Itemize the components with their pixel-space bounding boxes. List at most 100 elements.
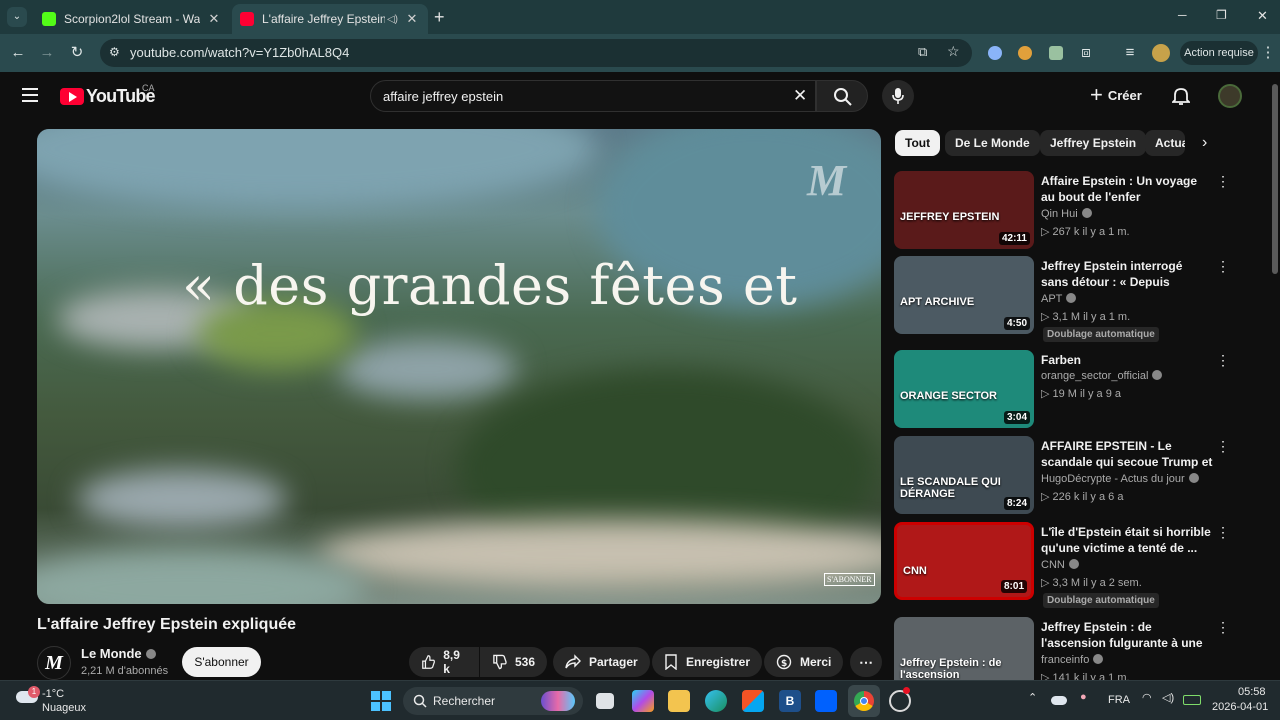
- reading-list-icon[interactable]: ≡: [1120, 43, 1140, 63]
- chips-next-arrow-icon[interactable]: ›: [1202, 134, 1207, 152]
- dislike-button[interactable]: 536: [480, 647, 547, 677]
- clock-date[interactable]: 2026-04-01: [1212, 701, 1268, 713]
- install-app-icon[interactable]: ⧉: [918, 44, 927, 60]
- extensions-puzzle-icon[interactable]: ⧈: [1076, 43, 1096, 63]
- video-player[interactable]: M « des grandes fêtes et S'ABONNER: [37, 129, 881, 604]
- more-actions-button[interactable]: ⋯: [850, 647, 882, 677]
- tab-close-icon[interactable]: ✕: [206, 11, 222, 27]
- more-options-icon[interactable]: ⋮: [1216, 258, 1230, 275]
- reload-icon[interactable]: ↻: [67, 43, 87, 63]
- b-app-icon[interactable]: B: [779, 690, 801, 712]
- scrollbar-thumb[interactable]: [1272, 84, 1278, 274]
- video-thumbnail[interactable]: ORANGE SECTOR 3:04: [894, 350, 1034, 428]
- chrome-taskbar-icon[interactable]: [848, 685, 880, 717]
- chip-from-channel[interactable]: De Le Monde: [945, 130, 1040, 156]
- clock-time[interactable]: 05:58: [1238, 686, 1266, 698]
- steam-icon[interactable]: [889, 687, 911, 712]
- extension-icon[interactable]: [1049, 46, 1063, 60]
- more-options-icon[interactable]: ⋮: [1216, 524, 1230, 541]
- windows-start-icon[interactable]: [371, 691, 391, 711]
- chrome-menu-icon[interactable]: ⋮: [1258, 43, 1278, 63]
- search-input[interactable]: affaire jeffrey epstein ✕: [370, 80, 816, 112]
- thanks-button[interactable]: $ Merci: [764, 647, 844, 677]
- page-scrollbar[interactable]: [1270, 72, 1280, 680]
- search-button[interactable]: [816, 80, 868, 112]
- chip-news[interactable]: Actua: [1145, 130, 1185, 156]
- channel-avatar[interactable]: M: [37, 646, 71, 680]
- chip-jeffrey-epstein[interactable]: Jeffrey Epstein: [1040, 130, 1147, 156]
- recommendation-item[interactable]: LE SCANDALE QUI DÉRANGE 8:24 AFFAIRE EPSTE…: [894, 436, 1264, 516]
- maximize-button[interactable]: ❐: [1216, 8, 1227, 22]
- battery-icon[interactable]: [1183, 695, 1201, 705]
- more-options-icon[interactable]: ⋮: [1216, 352, 1230, 369]
- recommendation-title[interactable]: AFFAIRE EPSTEIN - Le scandale qui secoue…: [1041, 438, 1213, 470]
- clear-search-icon[interactable]: ✕: [793, 86, 807, 106]
- recommendation-title[interactable]: Jeffrey Epstein : de l'ascension fulgura…: [1041, 619, 1213, 651]
- speaker-icon[interactable]: ◁): [387, 14, 398, 25]
- forward-arrow-icon[interactable]: →: [37, 43, 57, 63]
- address-bar[interactable]: ⚙ youtube.com/watch?v=Y1Zb0hAL8Q4 ⧉ ☆: [100, 39, 972, 67]
- browser-tab-stream[interactable]: Scorpion2lol Stream - Watch Li ✕: [34, 4, 230, 34]
- weather-widget[interactable]: 1 -1°C Nuageux: [14, 685, 104, 717]
- site-info-icon[interactable]: ⚙: [109, 45, 120, 59]
- recommendation-title[interactable]: Jeffrey Epstein interrogé sans détour : …: [1041, 258, 1213, 290]
- onedrive-cloud-icon[interactable]: [1051, 696, 1067, 705]
- recommendation-channel[interactable]: Qin Hui: [1041, 208, 1092, 220]
- video-thumbnail[interactable]: JEFFREY EPSTEIN 42:11: [894, 171, 1034, 249]
- hamburger-menu-icon[interactable]: [22, 88, 38, 102]
- microsoft-store-icon[interactable]: [742, 690, 764, 712]
- video-thumbnail[interactable]: APT ARCHIVE 4:50: [894, 256, 1034, 334]
- back-arrow-icon[interactable]: ←: [8, 43, 28, 63]
- recommendation-title[interactable]: Affaire Epstein : Un voyage au bout de l…: [1041, 173, 1213, 205]
- more-options-icon[interactable]: ⋮: [1216, 438, 1230, 455]
- share-button[interactable]: Partager: [553, 647, 650, 677]
- subscribe-button[interactable]: S'abonner: [182, 647, 261, 677]
- youtube-logo[interactable]: YouTube: [60, 86, 156, 106]
- tab-close-icon[interactable]: ✕: [404, 11, 420, 27]
- copilot-icon[interactable]: [632, 690, 654, 712]
- dropbox-icon[interactable]: [815, 690, 837, 712]
- extension-icon[interactable]: [1018, 46, 1032, 60]
- recommendation-channel[interactable]: HugoDécrypte - Actus du jour: [1041, 473, 1199, 485]
- volume-icon[interactable]: ◁): [1162, 691, 1174, 704]
- language-indicator[interactable]: FRA: [1108, 694, 1130, 706]
- recommendation-channel[interactable]: franceinfo: [1041, 654, 1104, 666]
- tab-search-chevron-icon[interactable]: ⌄: [7, 7, 27, 27]
- video-thumbnail[interactable]: CNN 8:01: [894, 522, 1034, 600]
- file-explorer-icon[interactable]: [668, 690, 690, 712]
- minimize-button[interactable]: ─: [1178, 8, 1187, 22]
- voice-search-button[interactable]: [882, 80, 914, 112]
- account-avatar[interactable]: [1218, 84, 1242, 108]
- recommendation-channel[interactable]: APT: [1041, 293, 1077, 305]
- show-hidden-icons-chevron-icon[interactable]: ⌃: [1028, 691, 1037, 704]
- recommendation-channel[interactable]: CNN: [1041, 559, 1079, 571]
- taskbar-search-input[interactable]: Rechercher: [403, 687, 583, 715]
- recommendation-title[interactable]: L'île d'Epstein était si horrible qu'une…: [1041, 524, 1213, 556]
- chip-all[interactable]: Tout: [895, 130, 941, 156]
- wifi-icon[interactable]: ◠: [1142, 691, 1152, 704]
- recommendation-item[interactable]: CNN 8:01 L'île d'Epstein était si horrible…: [894, 522, 1264, 608]
- more-options-icon[interactable]: ⋮: [1216, 173, 1230, 190]
- close-window-button[interactable]: ✕: [1257, 8, 1268, 24]
- video-thumbnail[interactable]: LE SCANDALE QUI DÉRANGE 8:24: [894, 436, 1034, 514]
- notifications-bell-icon[interactable]: [1170, 86, 1192, 111]
- extension-icon[interactable]: [988, 46, 1002, 60]
- save-button[interactable]: Enregistrer: [652, 647, 763, 677]
- profile-avatar[interactable]: [1152, 44, 1170, 62]
- recommendation-item[interactable]: APT ARCHIVE 4:50 Jeffrey Epstein interrogé…: [894, 256, 1264, 342]
- recommendation-channel[interactable]: orange_sector_official: [1041, 370, 1163, 382]
- bookmark-star-icon[interactable]: ☆: [947, 43, 960, 60]
- new-tab-button[interactable]: +: [434, 7, 445, 28]
- recommendation-item[interactable]: JEFFREY EPSTEIN 42:11 Affaire Epstein : Un…: [894, 171, 1264, 251]
- subscribe-watermark[interactable]: S'ABONNER: [824, 573, 875, 586]
- more-options-icon[interactable]: ⋮: [1216, 619, 1230, 636]
- task-view-icon[interactable]: [596, 693, 614, 709]
- like-button[interactable]: 8,9 k: [409, 647, 479, 677]
- create-button[interactable]: + Créer: [1090, 84, 1142, 106]
- recommendation-item[interactable]: ORANGE SECTOR 3:04 Farben orange_sector_off…: [894, 350, 1264, 430]
- channel-name[interactable]: Le Monde: [81, 646, 156, 661]
- edge-browser-icon[interactable]: [705, 690, 727, 712]
- microphone-tray-icon[interactable]: ●: [1080, 691, 1087, 703]
- action-required-button[interactable]: Action requise: [1180, 41, 1258, 65]
- recommendation-title[interactable]: Farben: [1041, 352, 1213, 368]
